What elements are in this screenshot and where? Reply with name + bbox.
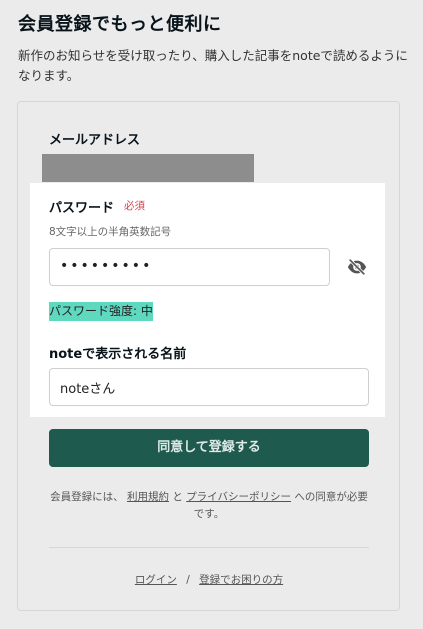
- password-hint: 8文字以上の半角英数記号: [49, 226, 172, 238]
- signup-help-link[interactable]: 登録でお困りの方: [199, 574, 283, 586]
- password-strength: パスワード強度: 中: [49, 302, 153, 321]
- terms-and: と: [172, 491, 183, 503]
- footer-separator: /: [186, 574, 190, 586]
- page-title: 会員登録でもっと便利に: [18, 14, 222, 35]
- terms-notice: 会員登録には、 利用規約 と プライバシーポリシー への同意が必要です。: [49, 489, 369, 523]
- password-label: パスワード: [49, 201, 115, 216]
- footer-links: ログイン / 登録でお困りの方: [49, 572, 369, 587]
- email-field[interactable]: [42, 154, 254, 182]
- email-label: メールアドレス: [49, 133, 141, 148]
- eye-off-icon[interactable]: [346, 256, 368, 278]
- divider: [49, 547, 369, 548]
- login-link[interactable]: ログイン: [135, 574, 177, 586]
- privacy-policy-link[interactable]: プライバシーポリシー: [186, 491, 291, 503]
- display-name-label: noteで表示される名前: [49, 347, 187, 362]
- page-description: 新作のお知らせを受け取ったり、購入した記事をnoteで読めるようになります。: [18, 48, 408, 83]
- display-name-field[interactable]: noteさん: [49, 368, 369, 406]
- agree-register-button[interactable]: 同意して登録する: [49, 429, 369, 467]
- terms-link[interactable]: 利用規約: [127, 491, 169, 503]
- terms-prefix: 会員登録には、: [50, 491, 124, 503]
- required-badge: 必須: [124, 200, 145, 212]
- password-field[interactable]: •••••••••: [49, 248, 330, 286]
